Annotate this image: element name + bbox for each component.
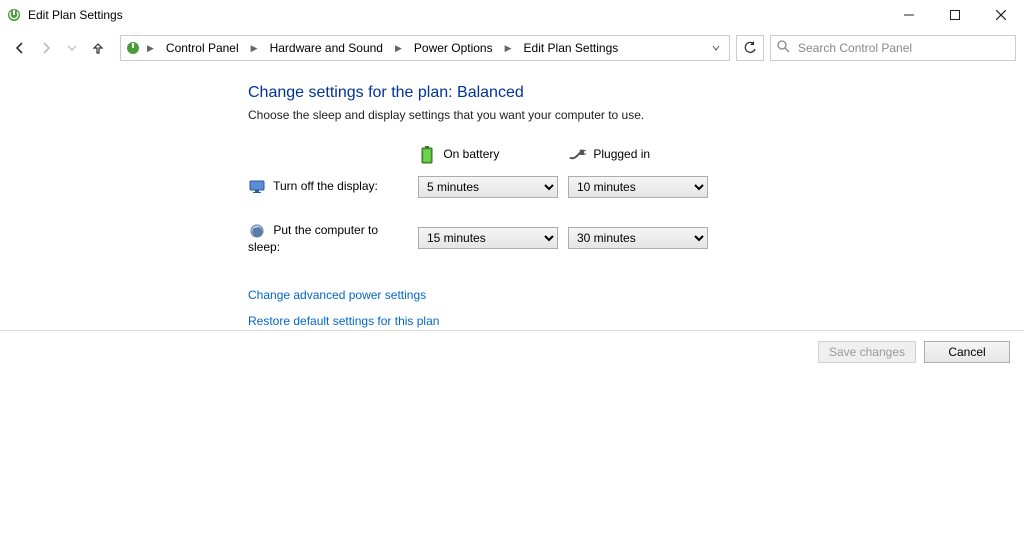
sleep-plugged-select[interactable]: 30 minutes (568, 227, 708, 249)
column-on-battery: On battery (443, 147, 499, 161)
forward-button[interactable] (34, 36, 58, 60)
power-options-icon (125, 40, 141, 56)
display-battery-select[interactable]: 5 minutes (418, 176, 558, 198)
maximize-button[interactable] (932, 0, 978, 30)
plug-icon (568, 146, 586, 164)
save-changes-button[interactable]: Save changes (818, 341, 916, 363)
chevron-right-icon: ▶ (145, 43, 156, 54)
chevron-right-icon: ▶ (393, 43, 404, 54)
close-button[interactable] (978, 0, 1024, 30)
chevron-right-icon: ▶ (249, 43, 260, 54)
chevron-right-icon: ▶ (503, 43, 514, 54)
row-display-label: Turn off the display: (273, 179, 378, 193)
breadcrumb-item[interactable]: Power Options (408, 36, 499, 60)
power-options-icon (6, 7, 22, 23)
up-button[interactable] (86, 36, 110, 60)
row-sleep-label: Put the computer to sleep: (248, 223, 378, 254)
display-icon (248, 178, 266, 196)
minimize-button[interactable] (886, 0, 932, 30)
battery-icon (418, 146, 436, 164)
nav-row: ▶ Control Panel ▶ Hardware and Sound ▶ P… (0, 30, 1024, 68)
address-history-dropdown[interactable] (707, 36, 725, 60)
links-area: Change advanced power settings Restore d… (248, 288, 1024, 328)
search-input[interactable] (796, 40, 1009, 56)
settings-table: On battery Plugged in (248, 140, 718, 260)
breadcrumb-item[interactable]: Control Panel (160, 36, 245, 60)
refresh-button[interactable] (736, 35, 764, 61)
sleep-icon (248, 222, 266, 240)
footer-buttons: Save changes Cancel (0, 330, 1024, 373)
advanced-settings-link[interactable]: Change advanced power settings (248, 288, 426, 302)
column-plugged-in: Plugged in (593, 147, 650, 161)
page-heading: Change settings for the plan: Balanced (248, 84, 1024, 102)
nav-arrows (8, 36, 114, 60)
breadcrumb-item[interactable]: Edit Plan Settings (518, 36, 625, 60)
recent-locations-button[interactable] (60, 36, 84, 60)
window-title: Edit Plan Settings (28, 8, 123, 22)
window-title-area: Edit Plan Settings (6, 7, 886, 23)
titlebar: Edit Plan Settings (0, 0, 1024, 30)
sleep-battery-select[interactable]: 15 minutes (418, 227, 558, 249)
window-controls (886, 0, 1024, 30)
search-box[interactable] (770, 35, 1016, 61)
search-icon (777, 40, 790, 56)
display-plugged-select[interactable]: 10 minutes (568, 176, 708, 198)
main-content: Change settings for the plan: Balanced C… (0, 68, 1024, 328)
cancel-button[interactable]: Cancel (924, 341, 1010, 363)
breadcrumb-item[interactable]: Hardware and Sound (264, 36, 389, 60)
page-description: Choose the sleep and display settings th… (248, 108, 1024, 122)
restore-defaults-link[interactable]: Restore default settings for this plan (248, 314, 439, 328)
back-button[interactable] (8, 36, 32, 60)
address-bar[interactable]: ▶ Control Panel ▶ Hardware and Sound ▶ P… (120, 35, 730, 61)
